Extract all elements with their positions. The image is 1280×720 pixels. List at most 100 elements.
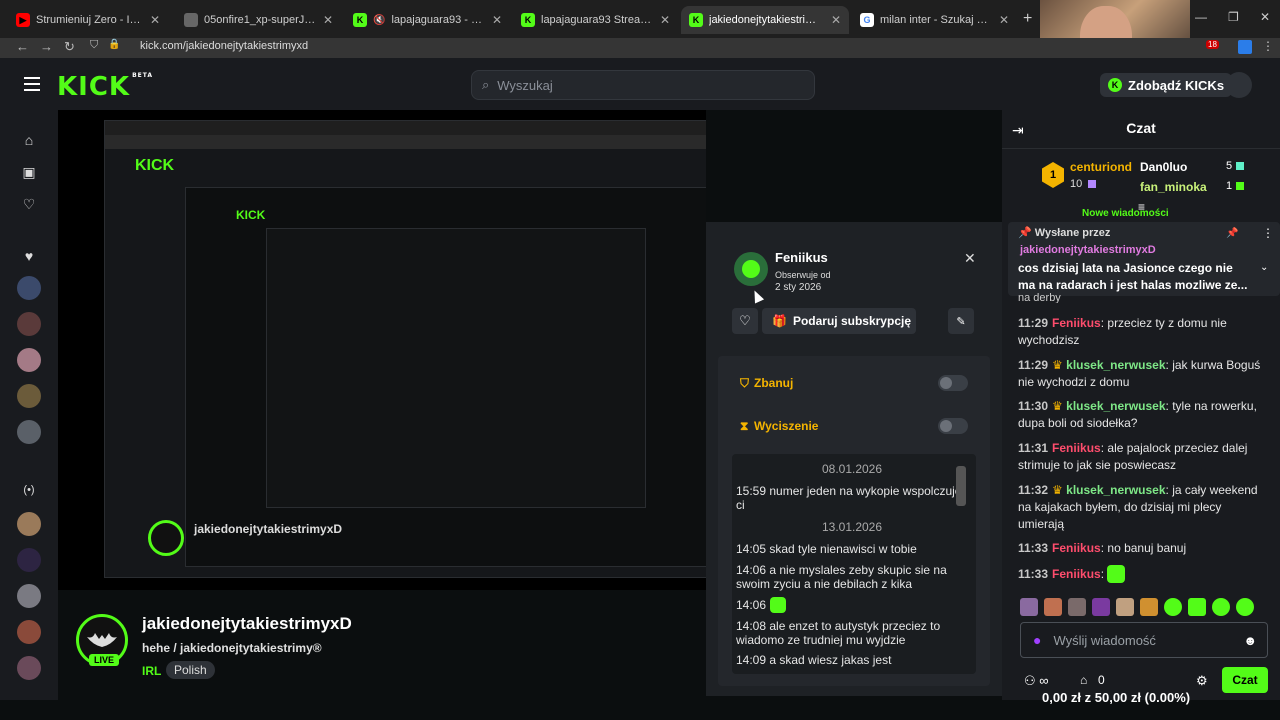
chevron-down-icon[interactable]: ⌄ xyxy=(1260,262,1268,273)
pinned-message[interactable]: 📌 Wysłane przez jakiedonejtytakiestrimyx… xyxy=(1008,222,1280,296)
close-tab-icon[interactable]: ✕ xyxy=(660,13,670,27)
chat-username[interactable]: Feniikus xyxy=(1052,566,1101,583)
ban-icon: ⛉ xyxy=(740,376,750,390)
chat-username[interactable]: Feniikus xyxy=(1052,541,1101,555)
muted-speaker-icon[interactable]: 🔇 xyxy=(373,15,385,26)
category-link[interactable]: IRL xyxy=(142,664,161,678)
extension-badge[interactable]: 18 xyxy=(1206,40,1219,49)
browser-tab-active[interactable]: KjakiedonejtytakiestrimyxD Strea✕ xyxy=(681,6,849,34)
channel-avatar[interactable] xyxy=(17,348,41,372)
stream-video-player[interactable]: KICK KICK jakiedonejtytakiestrimyxD xyxy=(58,110,706,590)
emote-bar xyxy=(1020,598,1260,616)
chat-message: 11:33 Feniikus: xyxy=(1018,565,1264,583)
new-tab-icon[interactable]: + xyxy=(1023,10,1032,28)
follow-heart-button[interactable]: ♡ xyxy=(732,308,758,334)
more-options-icon[interactable]: ⋮ xyxy=(1262,226,1274,240)
heart-icon[interactable]: ♡ xyxy=(17,192,41,216)
back-icon[interactable]: ← xyxy=(16,39,29,54)
reload-icon[interactable]: ↻ xyxy=(64,39,75,55)
emote-icon[interactable] xyxy=(1092,598,1110,616)
channel-avatar[interactable] xyxy=(17,312,41,336)
browser-menu-icon[interactable]: ⋮ xyxy=(1262,39,1274,53)
minimize-icon[interactable]: — xyxy=(1195,10,1207,24)
lock-icon[interactable]: 🔒 xyxy=(108,39,120,50)
home-icon[interactable]: ⌂ xyxy=(17,128,41,152)
emote-icon[interactable] xyxy=(1188,598,1206,616)
emote-icon[interactable] xyxy=(1116,598,1134,616)
channel-avatar[interactable] xyxy=(17,384,41,408)
moderation-icon[interactable]: ✎ xyxy=(948,308,974,334)
maximize-icon[interactable]: ❐ xyxy=(1228,10,1239,24)
get-kicks-button[interactable]: K Zdobądź KICKs xyxy=(1100,73,1233,97)
user-avatar[interactable] xyxy=(1226,72,1252,98)
hamburger-menu-icon[interactable] xyxy=(24,77,40,91)
send-chat-button[interactable]: Czat xyxy=(1222,667,1268,693)
leaderboard-user[interactable]: fan_minoka xyxy=(1140,180,1207,194)
kick-logo[interactable]: KICK BETA xyxy=(57,72,153,102)
emote-icon[interactable] xyxy=(1020,598,1038,616)
history-message: 15:59 numer jeden na wykopie wspolczuje … xyxy=(736,484,962,512)
channel-avatar[interactable] xyxy=(17,584,41,608)
chat-message: 11:29 ♛ klusek_nerwusek: jak kurwa Boguś … xyxy=(1018,358,1261,389)
channel-avatar[interactable] xyxy=(17,276,41,300)
leaderboard-user[interactable]: Dan0luo xyxy=(1140,160,1187,174)
timeout-toggle[interactable] xyxy=(938,418,968,434)
emote-icon[interactable] xyxy=(1212,598,1230,616)
following-icon[interactable]: ▣ xyxy=(17,160,41,184)
live-channels-icon[interactable]: (•) xyxy=(17,478,41,502)
channel-avatar[interactable] xyxy=(17,656,41,680)
gift-icon[interactable]: ⌂ xyxy=(1080,673,1087,687)
gift-sub-button[interactable]: 🎁 Podaruj subskrypcję xyxy=(762,308,916,334)
channel-avatar[interactable] xyxy=(17,548,41,572)
leaderboard-user[interactable]: centuriond xyxy=(1070,160,1132,174)
close-tab-icon[interactable]: ✕ xyxy=(150,13,160,27)
channel-avatar[interactable] xyxy=(17,512,41,536)
chat-username[interactable]: klusek_nerwusek xyxy=(1066,483,1165,497)
close-window-icon[interactable]: ✕ xyxy=(1260,10,1270,24)
shield-icon[interactable]: ⛉ xyxy=(90,39,98,52)
chat-username[interactable]: Feniikus xyxy=(1052,441,1101,455)
timeout-label: Wyciszenie xyxy=(754,419,819,433)
message-history[interactable]: 08.01.2026 15:59 numer jeden na wykopie … xyxy=(732,454,976,674)
emote-icon[interactable] xyxy=(1236,598,1254,616)
browser-tab[interactable]: Klapajaguara93 Stream - Watch✕ xyxy=(513,6,678,34)
channel-avatar[interactable] xyxy=(17,420,41,444)
ban-toggle[interactable] xyxy=(938,375,968,391)
search-input[interactable]: ⌕ Wyszukaj xyxy=(471,70,815,100)
emote-icon[interactable] xyxy=(1164,598,1182,616)
url-field[interactable]: kick.com/jakiedonejtytakiestrimyxd xyxy=(140,40,308,52)
bottom-overlay-bar: 0,00 zł z 50,00 zł (0.00%) xyxy=(0,690,1280,720)
language-tag[interactable]: Polish xyxy=(166,661,215,679)
emote-icon[interactable] xyxy=(1044,598,1062,616)
close-tab-icon[interactable]: ✕ xyxy=(492,13,502,27)
new-messages-banner[interactable]: Nowe wiadomości xyxy=(1082,208,1169,216)
unpin-icon[interactable]: 📌 xyxy=(1226,228,1238,239)
close-icon[interactable]: ✕ xyxy=(964,250,976,267)
browser-tab[interactable]: 05onfire1_xp-superJumbo-v2.jp✕ xyxy=(176,6,341,34)
close-tab-icon[interactable]: ✕ xyxy=(323,13,333,27)
chat-username[interactable]: klusek_nerwusek xyxy=(1066,358,1165,372)
capture-kick-logo: KICK xyxy=(135,157,175,174)
favorites-icon[interactable]: ♥ xyxy=(17,244,41,268)
close-tab-icon[interactable]: ✕ xyxy=(999,13,1009,27)
history-scrollbar[interactable] xyxy=(956,466,966,506)
emoji-picker-icon[interactable]: ☻ xyxy=(1243,633,1257,648)
streamer-name[interactable]: jakiedonejtytakiestrimyxD xyxy=(142,614,352,634)
emote-icon[interactable] xyxy=(1140,598,1158,616)
user-avatar xyxy=(734,252,768,286)
close-tab-icon[interactable]: ✕ xyxy=(831,13,841,27)
points-icon[interactable]: ⚇ ∞ xyxy=(1024,673,1049,689)
settings-gear-icon[interactable]: ⚙ xyxy=(1196,673,1208,689)
chat-input[interactable]: ● Wyślij wiadomość ☻ xyxy=(1020,622,1268,658)
browser-tab[interactable]: ▶Strumieniuj Zero - Infrasound 2✕ xyxy=(8,6,168,34)
chat-username[interactable]: Feniikus xyxy=(1052,316,1101,330)
capture-stream-nested-2 xyxy=(266,228,646,508)
browser-tab[interactable]: Gmilan inter - Szukaj w Google✕ xyxy=(852,6,1017,34)
forward-icon[interactable]: → xyxy=(40,39,53,54)
channel-avatar[interactable] xyxy=(17,620,41,644)
extension-icon[interactable] xyxy=(1238,40,1252,54)
browser-tab[interactable]: K🔇lapajaguara93 - Watch clip✕ xyxy=(345,6,510,34)
microphone-icon[interactable]: ● xyxy=(1033,632,1041,648)
chat-username[interactable]: klusek_nerwusek xyxy=(1066,399,1165,413)
emote-icon[interactable] xyxy=(1068,598,1086,616)
